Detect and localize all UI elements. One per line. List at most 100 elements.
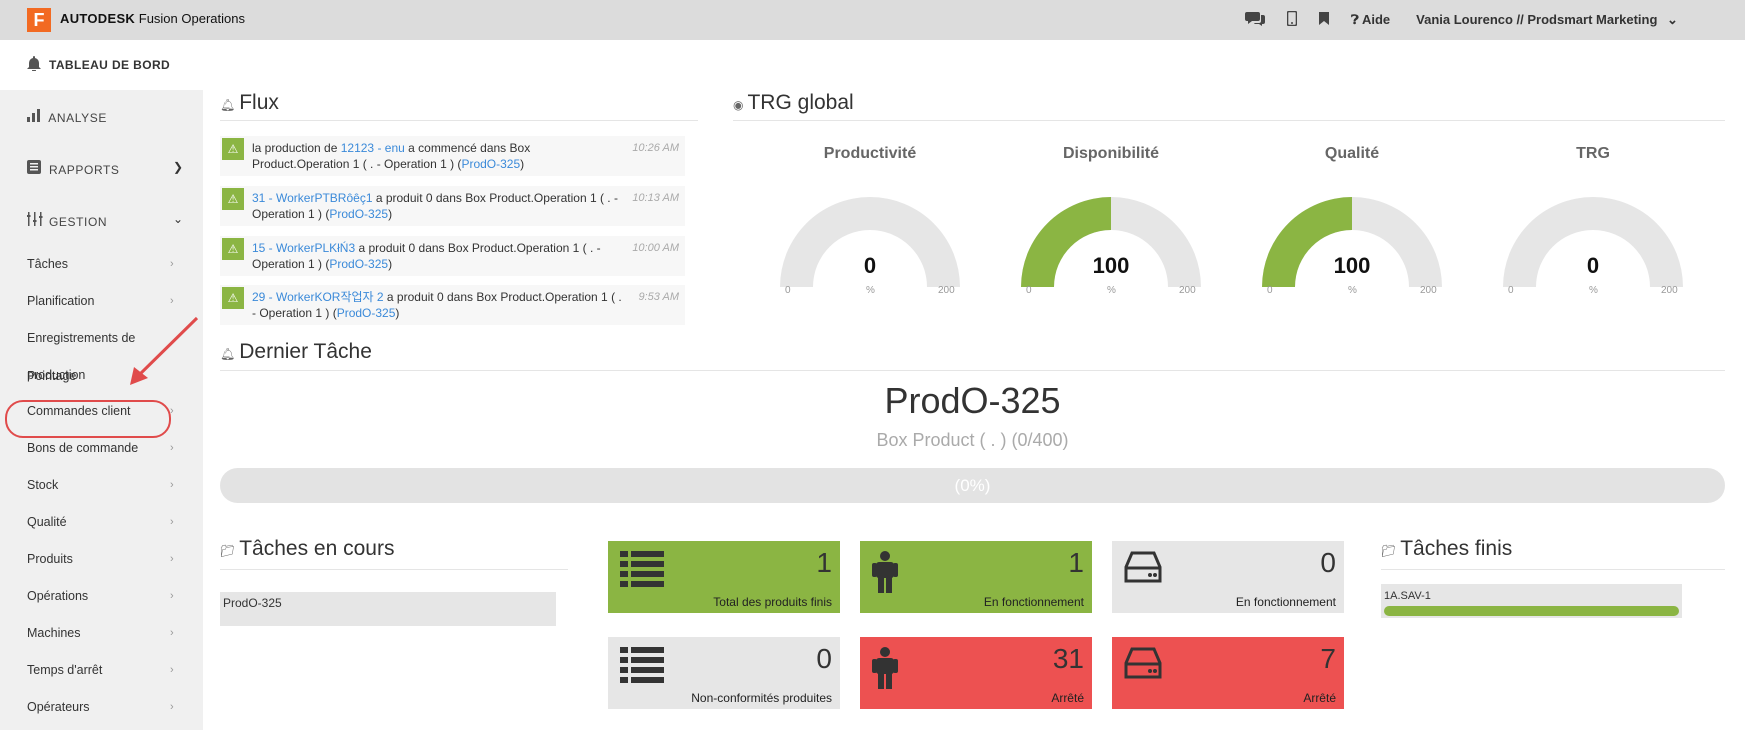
chevron-right-icon: › (170, 590, 174, 602)
en-cours-header: 📁︎ Tâches en cours (220, 537, 394, 561)
chevron-right-icon: › (170, 701, 174, 713)
feed-text-post: ) (388, 257, 393, 271)
feed-time: 10:00 AM (632, 242, 679, 254)
gauge: Disponibilité 100 0% 200 (1011, 145, 1211, 296)
stat-tile[interactable]: 7 Arrêté (1112, 637, 1344, 709)
feed-text: la production de 12123 - enu a commencé … (252, 140, 622, 172)
dashboard-icon: ◉ (733, 98, 744, 112)
task-label: ProdO-325 (223, 596, 282, 610)
help-link[interactable]: ❓︎ Aide (1351, 12, 1390, 28)
sidebar-item-taches[interactable]: Tâches (27, 257, 68, 271)
stat-tile[interactable]: 31 Arrêté (860, 637, 1092, 709)
gauge-min: 0 (785, 285, 791, 296)
stat-value: 0 (1320, 547, 1336, 578)
feed-link-order[interactable]: ProdO-325 (329, 207, 388, 221)
stat-tile[interactable]: 0 En fonctionnement (1112, 541, 1344, 613)
feed-link-order[interactable]: ProdO-325 (461, 157, 520, 171)
sidebar-section-analyse[interactable]: ANALYSE (27, 108, 107, 125)
sidebar-item-bons-de-commande[interactable]: Bons de commande (27, 441, 138, 455)
sidebar-section-rapports[interactable]: RAPPORTS (27, 160, 120, 177)
flux-title: Flux (239, 91, 279, 114)
divider (1381, 569, 1725, 570)
feed-link-worker[interactable]: 31 - WorkerPTBRôêç1 (252, 191, 373, 205)
gauge: Qualité 100 0% 200 (1252, 145, 1452, 296)
sidebar-item-qualite[interactable]: Qualité (27, 515, 67, 529)
annotation-arrow (130, 316, 199, 385)
gauge-unit: % (866, 285, 875, 296)
brand-bold: AUTODESK (60, 11, 136, 26)
sidebar-item-machines[interactable]: Machines (27, 626, 81, 640)
feed-item: ⚠︎ 29 - WorkerKOR작업자 2 a produit 0 dans … (220, 285, 685, 325)
gauge-max: 200 (1661, 285, 1678, 296)
chevron-right-icon[interactable]: ❯ (173, 160, 183, 174)
finished-task-label: 1A.SAV-1 (1384, 590, 1431, 602)
feed-time: 9:53 AM (638, 291, 679, 303)
job-progress-bar: (0%) (220, 468, 1725, 503)
brand-name: AUTODESK Fusion Operations (60, 11, 245, 26)
bookmark-icon[interactable] (1319, 11, 1329, 29)
feed-link-order[interactable]: ProdO-325 (329, 257, 388, 271)
job-title[interactable]: ProdO-325 (220, 380, 1725, 422)
stat-label: Arrêté (1051, 691, 1084, 705)
stat-tile[interactable]: 1 Total des produits finis (608, 541, 840, 613)
finished-task-item[interactable]: 1A.SAV-1 (1381, 584, 1682, 618)
stat-value: 0 (816, 643, 832, 674)
divider (220, 569, 568, 570)
feed-link-worker[interactable]: 15 - WorkerPLKłŃ3 (252, 241, 355, 255)
list-icon (620, 647, 664, 688)
person-icon (872, 647, 898, 694)
gauge-min: 0 (1026, 285, 1032, 296)
sidebar-item-temps-arret[interactable]: Temps d'arrêt (27, 663, 102, 677)
feed-text: 15 - WorkerPLKłŃ3 a produit 0 dans Box P… (252, 240, 622, 272)
sidebar-item-operateurs[interactable]: Opérateurs (27, 700, 90, 714)
gauge-value: 0 (863, 253, 877, 278)
brand-rest: Fusion Operations (138, 11, 245, 26)
chevron-right-icon: › (170, 442, 174, 454)
sliders-icon (27, 212, 45, 229)
drive-icon (1124, 647, 1162, 684)
sidebar-item-pointage[interactable]: Pointage (27, 369, 76, 383)
stat-tile[interactable]: 0 Non-conformités produites (608, 637, 840, 709)
chat-icon[interactable] (1245, 10, 1265, 30)
mobile-icon[interactable] (1286, 10, 1298, 30)
dernier-title: Dernier Tâche (239, 340, 372, 363)
stat-label: Total des produits finis (713, 595, 832, 609)
drive-icon (1124, 551, 1162, 588)
sidebar-item-stock[interactable]: Stock (27, 478, 58, 492)
chevron-down-icon[interactable]: ⌄ (173, 212, 183, 226)
sidebar-item-operations[interactable]: Opérations (27, 589, 88, 603)
user-menu[interactable]: Vania Lourenco // Prodsmart Marketing ⌄ (1416, 12, 1678, 28)
gauge: TRG 0 0% 200 (1493, 145, 1693, 296)
report-icon (27, 160, 45, 177)
sidebar-section-label: GESTION (48, 215, 108, 229)
bell-icon: ⚠︎ (222, 238, 244, 260)
stat-label: Arrêté (1303, 691, 1336, 705)
folder-icon: 📁︎ (220, 544, 236, 558)
feed-item: ⚠︎ 15 - WorkerPLKłŃ3 a produit 0 dans Bo… (220, 236, 685, 276)
sidebar-item-planification[interactable]: Planification (27, 294, 94, 308)
gauge-value: 100 (1333, 253, 1371, 278)
chevron-down-icon: ⌄ (1667, 12, 1678, 27)
trg-title: TRG global (747, 91, 854, 114)
gauge-max: 200 (938, 285, 955, 296)
fusion-logo[interactable]: F (27, 8, 51, 32)
stat-value: 1 (816, 547, 832, 578)
stat-tile[interactable]: 1 En fonctionnement (860, 541, 1092, 613)
gauge-unit: % (1589, 285, 1598, 296)
job-progress-text: (0%) (954, 476, 991, 495)
feed-link-job[interactable]: 12123 - enu (341, 141, 405, 155)
chevron-right-icon: › (170, 258, 174, 270)
en-cours-title: Tâches en cours (239, 537, 395, 560)
task-item[interactable]: ProdO-325 (220, 592, 556, 626)
chevron-right-icon: › (170, 516, 174, 528)
feed-link-worker[interactable]: 29 - WorkerKOR작업자 2 (252, 290, 384, 304)
feed-time: 10:26 AM (632, 142, 679, 154)
feed-link-order[interactable]: ProdO-325 (337, 306, 396, 320)
sidebar-item-produits[interactable]: Produits (27, 552, 73, 566)
bell-icon: ⚠︎ (222, 287, 244, 309)
sidebar-section-gestion[interactable]: GESTION (27, 212, 107, 229)
bell-icon (27, 56, 41, 75)
folder-icon: 📁︎ (1381, 544, 1397, 558)
chevron-right-icon: › (170, 479, 174, 491)
sidebar: ANALYSE RAPPORTS ❯ GESTION ⌄ Tâches › Pl… (0, 90, 203, 730)
